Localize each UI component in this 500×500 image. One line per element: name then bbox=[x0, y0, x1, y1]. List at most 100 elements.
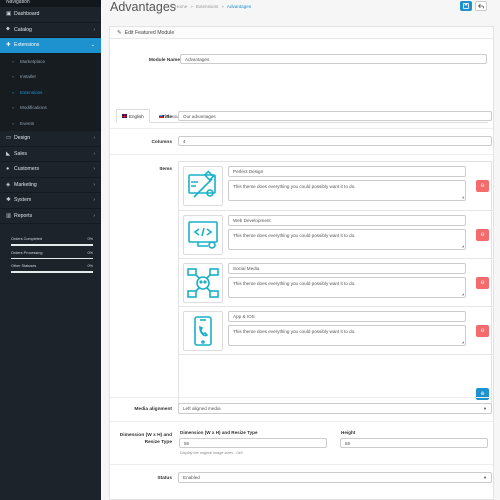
chevron-right-icon: › bbox=[93, 26, 95, 33]
item-description-textarea[interactable]: This theme does everything you could pos… bbox=[228, 180, 466, 201]
save-button[interactable] bbox=[460, 1, 472, 11]
stat-label: Orders Completed bbox=[11, 237, 43, 241]
item-description-text: This theme does everything you could pos… bbox=[233, 329, 356, 334]
title-input[interactable]: Our advantages bbox=[178, 111, 492, 121]
status-select[interactable]: Enabled ▼ bbox=[178, 472, 492, 483]
breadcrumb-separator: » bbox=[190, 4, 193, 9]
resize-handle-icon[interactable]: ◢ bbox=[462, 292, 464, 296]
divider bbox=[110, 128, 493, 129]
minus-circle-icon: ⊖ bbox=[480, 328, 485, 334]
sidebar-subitem-label: Marketplace bbox=[20, 58, 46, 64]
media-alignment-label: Media alignment bbox=[134, 407, 172, 412]
sidebar-item-sales[interactable]: ◣ Sales › bbox=[0, 147, 101, 162]
user-icon: ● bbox=[6, 166, 10, 173]
add-row bbox=[179, 354, 493, 406]
share-icon: ◈ bbox=[6, 181, 11, 188]
item-title-input[interactable]: Perfect Design bbox=[228, 166, 466, 177]
dimension-sub-label: Dimension (W x H) and Resize Type bbox=[180, 430, 258, 435]
sidebar-item-label: Sales bbox=[14, 150, 27, 157]
chevron-bullet-icon: » bbox=[12, 58, 15, 64]
sidebar-item-label: Reports bbox=[14, 212, 33, 219]
sidebar-item-label: Marketing bbox=[14, 181, 37, 188]
chevron-right-icon: › bbox=[93, 150, 95, 157]
item-description-textarea[interactable]: This theme does everything you could pos… bbox=[228, 229, 466, 250]
item-image[interactable] bbox=[183, 215, 223, 255]
media-alignment-select[interactable]: Left aligned media ▼ bbox=[178, 403, 492, 414]
mobile-app-icon bbox=[194, 316, 212, 346]
remove-item-button[interactable]: ⊖ bbox=[476, 277, 489, 289]
item-title-input[interactable]: Social Media bbox=[228, 263, 466, 274]
dashboard-icon: ▣ bbox=[6, 11, 12, 18]
chevron-bullet-icon: » bbox=[12, 105, 15, 111]
columns-input[interactable]: 4 bbox=[178, 136, 492, 146]
breadcrumb-current[interactable]: Advantages bbox=[227, 4, 251, 9]
resize-handle-icon[interactable]: ◢ bbox=[462, 340, 464, 344]
module-name-input[interactable]: Advantages bbox=[180, 54, 487, 64]
add-item-button[interactable]: ⊕ bbox=[476, 388, 489, 400]
sidebar-subitem-label: Installer bbox=[20, 74, 37, 80]
dimension-help-text: Display the original image sizes - 0x0 bbox=[180, 451, 243, 455]
chevron-down-icon: ⌄ bbox=[90, 42, 95, 49]
sidebar-subitem-modifications[interactable]: » Modifications bbox=[0, 100, 101, 116]
item-title-input[interactable]: App & IOS bbox=[228, 311, 466, 322]
panel-heading-text: Edit Featured Module bbox=[124, 29, 175, 36]
module-name-label: Module Name bbox=[148, 58, 180, 63]
dimension-width-input[interactable]: 55 bbox=[179, 438, 327, 448]
item-image[interactable] bbox=[183, 311, 223, 351]
sidebar-item-marketing[interactable]: ◈ Marketing › bbox=[0, 178, 101, 193]
main-content: Advantages Home » Extensions » Advantage… bbox=[101, 0, 500, 500]
status-label: Status bbox=[157, 476, 172, 481]
sidebar-item-system[interactable]: ✱ System › bbox=[0, 193, 101, 209]
minus-circle-icon: ⊖ bbox=[480, 183, 485, 189]
sidebar-subitem-label: Modifications bbox=[20, 105, 47, 111]
breadcrumb-extensions[interactable]: Extensions bbox=[196, 4, 218, 9]
height-label: Height bbox=[341, 430, 356, 435]
sidebar-item-dashboard[interactable]: ▣ Dashboard bbox=[0, 7, 101, 23]
resize-handle-icon[interactable]: ◢ bbox=[462, 244, 464, 248]
chevron-bullet-icon: » bbox=[12, 120, 15, 126]
divider bbox=[110, 154, 493, 155]
tag-icon: ⬥ bbox=[6, 26, 10, 33]
edit-panel: ✎ Edit Featured Module Module Name Advan… bbox=[109, 26, 494, 500]
sidebar-subitem-installer[interactable]: » Installer bbox=[0, 69, 101, 85]
caret-down-icon: ▼ bbox=[483, 475, 487, 480]
item-image[interactable] bbox=[183, 263, 223, 303]
item-description-textarea[interactable]: This theme does everything you could pos… bbox=[228, 325, 466, 346]
resize-handle-icon[interactable]: ◢ bbox=[462, 195, 464, 199]
sidebar-item-label: System bbox=[14, 197, 32, 204]
chevron-right-icon: › bbox=[93, 181, 95, 188]
chevron-bullet-icon: » bbox=[12, 89, 15, 95]
sidebar-subitem-marketplace[interactable]: » Marketplace bbox=[0, 53, 101, 69]
height-input[interactable]: 55 bbox=[340, 438, 488, 448]
puzzle-icon: ✚ bbox=[6, 42, 11, 49]
sidebar-item-extensions[interactable]: ✚ Extensions ⌄ bbox=[0, 38, 101, 54]
save-icon bbox=[463, 3, 469, 9]
chevron-right-icon: › bbox=[93, 212, 95, 219]
stat-orders-processing: Orders Processing 0% bbox=[9, 248, 95, 262]
stat-other-statuses: Other Statuses 0% bbox=[9, 261, 95, 275]
breadcrumb-separator: » bbox=[221, 4, 224, 9]
item-image[interactable] bbox=[183, 166, 223, 206]
back-button[interactable] bbox=[475, 1, 487, 11]
sidebar: Navigation ▣ Dashboard ⬥ Catalog › ✚ Ext… bbox=[0, 0, 101, 500]
breadcrumb-home[interactable]: Home bbox=[175, 4, 187, 9]
sidebar-item-label: Customers bbox=[14, 166, 40, 173]
remove-item-button[interactable]: ⊖ bbox=[476, 229, 489, 241]
select-value: Enabled bbox=[183, 475, 200, 480]
sidebar-item-design[interactable]: ▭ Design › bbox=[0, 131, 101, 147]
item-title-input[interactable]: Web Development bbox=[228, 215, 466, 226]
sidebar-item-catalog[interactable]: ⬥ Catalog › bbox=[0, 23, 101, 38]
sidebar-subitem-extensions[interactable]: » Extensions bbox=[0, 84, 101, 100]
sidebar-item-reports[interactable]: ▥ Reports › bbox=[0, 209, 101, 224]
divider bbox=[110, 464, 493, 465]
item-description-textarea[interactable]: This theme does everything you could pos… bbox=[228, 277, 466, 298]
stat-value: 0% bbox=[87, 237, 94, 241]
title-label: Title bbox=[162, 115, 172, 120]
remove-item-button[interactable]: ⊖ bbox=[476, 325, 489, 337]
remove-item-button[interactable]: ⊖ bbox=[476, 180, 489, 192]
sidebar-subitem-events[interactable]: » Events bbox=[0, 115, 101, 131]
sidebar-item-label: Design bbox=[14, 135, 31, 142]
web-development-icon bbox=[188, 221, 218, 249]
sidebar-item-customers[interactable]: ● Customers › bbox=[0, 162, 101, 178]
sidebar-top: Navigation bbox=[0, 0, 101, 7]
